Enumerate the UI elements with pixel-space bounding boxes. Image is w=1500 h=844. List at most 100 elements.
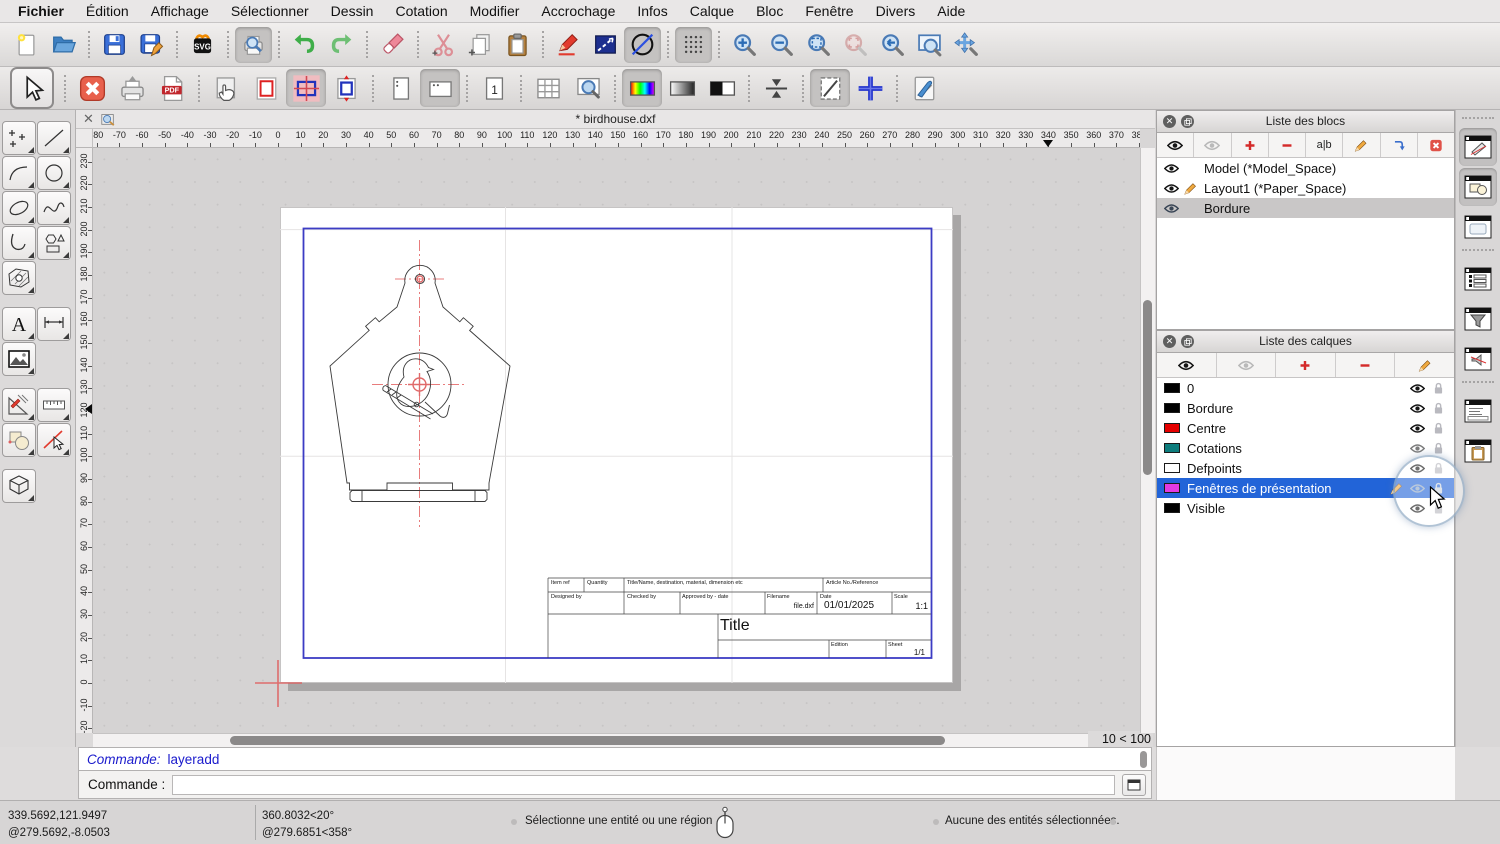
menu-edition[interactable]: Édition xyxy=(75,3,140,19)
point-tools-button[interactable] xyxy=(2,121,36,155)
grayscale-mode-button[interactable] xyxy=(662,69,702,107)
modify-tools-button[interactable] xyxy=(2,423,36,457)
command-history-scrollbar[interactable] xyxy=(1140,751,1147,768)
dock-property-panel-button[interactable] xyxy=(1459,208,1497,246)
ellipse-tools-button[interactable] xyxy=(2,191,36,225)
remove-block-icon[interactable] xyxy=(1269,133,1306,157)
page-landscape-button[interactable] xyxy=(420,69,460,107)
eraser-button[interactable] xyxy=(374,27,411,63)
layer-lock-icon[interactable] xyxy=(1428,442,1449,455)
dock-library-panel-button[interactable] xyxy=(1459,168,1497,206)
zoom-out-button[interactable] xyxy=(763,27,800,63)
shape-tools-button[interactable] xyxy=(37,226,71,260)
draft-mode-button[interactable] xyxy=(810,69,850,107)
horizontal-scrollbar[interactable] xyxy=(93,733,1090,747)
insert-block-icon[interactable] xyxy=(1381,133,1418,157)
edit-block-icon[interactable] xyxy=(1343,133,1381,157)
grid-dots-button[interactable] xyxy=(675,26,712,63)
copy-button[interactable] xyxy=(462,27,499,63)
block-edit-pencil-icon[interactable] xyxy=(1184,182,1204,195)
print-preview-button[interactable] xyxy=(235,26,272,63)
dock-reference-panel-button[interactable] xyxy=(1459,340,1497,378)
auto-fit-button[interactable] xyxy=(756,69,796,107)
add-layer-icon[interactable] xyxy=(1276,353,1336,377)
vertical-scrollbar-thumb[interactable] xyxy=(1143,300,1152,475)
layer-visibility-eye-icon[interactable] xyxy=(1407,443,1428,454)
measure-tools-button[interactable] xyxy=(37,388,71,422)
layer-color-swatch[interactable] xyxy=(1164,383,1180,393)
command-input[interactable] xyxy=(172,774,1115,795)
restrict-orthogonal-button[interactable] xyxy=(587,27,624,63)
layer-row[interactable]: Bordure xyxy=(1157,398,1454,418)
layer-row[interactable]: Centre xyxy=(1157,418,1454,438)
menu-selectionner[interactable]: Sélectionner xyxy=(220,3,320,19)
dock-blocks-panel-button[interactable] xyxy=(1459,128,1497,166)
zoom-page-button[interactable] xyxy=(568,69,608,107)
layer-visibility-eye-icon[interactable] xyxy=(1407,403,1428,414)
layer-color-swatch[interactable] xyxy=(1164,443,1180,453)
viewport-button[interactable] xyxy=(286,69,326,107)
layer-row[interactable]: Cotations xyxy=(1157,438,1454,458)
text-tools-button[interactable]: A xyxy=(2,307,36,341)
show-all-layers-icon[interactable] xyxy=(1157,353,1217,377)
layer-lock-icon[interactable] xyxy=(1428,422,1449,435)
menu-fenetre[interactable]: Fenêtre xyxy=(794,3,864,19)
open-folder-button[interactable] xyxy=(45,27,82,63)
dock-layers-panel-button[interactable] xyxy=(1459,260,1497,298)
zoom-in-button[interactable] xyxy=(726,27,763,63)
zoom-window-button[interactable] xyxy=(911,27,948,63)
crosshair-button[interactable] xyxy=(850,69,890,107)
new-document-button[interactable] xyxy=(8,27,45,63)
hatch-tools-button[interactable] xyxy=(2,261,36,295)
solid-tools-button[interactable] xyxy=(2,469,36,503)
menu-aide[interactable]: Aide xyxy=(926,3,976,19)
layer-color-swatch[interactable] xyxy=(1164,463,1180,473)
vertical-scrollbar[interactable] xyxy=(1140,148,1155,733)
add-block-icon[interactable] xyxy=(1232,133,1269,157)
show-all-blocks-icon[interactable] xyxy=(1157,133,1195,157)
spline-tools-button[interactable] xyxy=(37,191,71,225)
layer-color-swatch[interactable] xyxy=(1164,403,1180,413)
undo-button[interactable] xyxy=(286,27,323,63)
print-button[interactable] xyxy=(112,69,152,107)
menu-infos[interactable]: Infos xyxy=(626,3,678,19)
menu-dessin[interactable]: Dessin xyxy=(320,3,385,19)
edit-layer-icon[interactable] xyxy=(1395,353,1454,377)
block-visibility-eye-icon[interactable] xyxy=(1164,183,1184,194)
draft-tools-button[interactable] xyxy=(2,388,36,422)
block-row[interactable]: Bordure xyxy=(1157,198,1454,218)
layer-color-swatch[interactable] xyxy=(1164,423,1180,433)
layer-lock-icon[interactable] xyxy=(1428,402,1449,415)
page-single-button[interactable]: 1 xyxy=(474,69,514,107)
hide-all-blocks-icon[interactable] xyxy=(1194,133,1232,157)
save-button[interactable] xyxy=(96,27,133,63)
remove-layer-icon[interactable] xyxy=(1336,353,1396,377)
image-tools-button[interactable] xyxy=(2,342,36,376)
menu-bloc[interactable]: Bloc xyxy=(745,3,794,19)
dimension-tools-button[interactable] xyxy=(37,307,71,341)
menu-divers[interactable]: Divers xyxy=(865,3,927,19)
app-preferences-button[interactable] xyxy=(904,69,944,107)
layer-color-swatch[interactable] xyxy=(1164,503,1180,513)
paste-button[interactable] xyxy=(499,27,536,63)
arc-tools-button[interactable] xyxy=(2,156,36,190)
redo-button[interactable] xyxy=(323,27,360,63)
dock-command-panel-button[interactable] xyxy=(1459,392,1497,430)
dock-clipboard-panel-button[interactable] xyxy=(1459,432,1497,470)
bw-mode-button[interactable] xyxy=(702,69,742,107)
block-visibility-eye-icon[interactable] xyxy=(1164,163,1184,174)
color-mode-button[interactable] xyxy=(622,69,662,107)
layer-color-swatch[interactable] xyxy=(1164,483,1180,493)
layer-visibility-eye-icon[interactable] xyxy=(1407,423,1428,434)
zoom-pan-button[interactable] xyxy=(948,27,985,63)
command-window-button[interactable] xyxy=(1122,773,1146,796)
block-row[interactable]: Model (*Model_Space) xyxy=(1157,158,1454,178)
zoom-auto-button[interactable] xyxy=(800,27,837,63)
pdf-export-button[interactable]: PDF xyxy=(152,69,192,107)
rename-block-icon[interactable]: a|b xyxy=(1306,133,1344,157)
line-tools-button[interactable] xyxy=(37,121,71,155)
menu-fichier[interactable]: Fichier xyxy=(16,3,75,19)
layer-lock-icon[interactable] xyxy=(1428,382,1449,395)
pointer-select-button[interactable] xyxy=(10,67,54,109)
grid-tiles-button[interactable] xyxy=(528,69,568,107)
